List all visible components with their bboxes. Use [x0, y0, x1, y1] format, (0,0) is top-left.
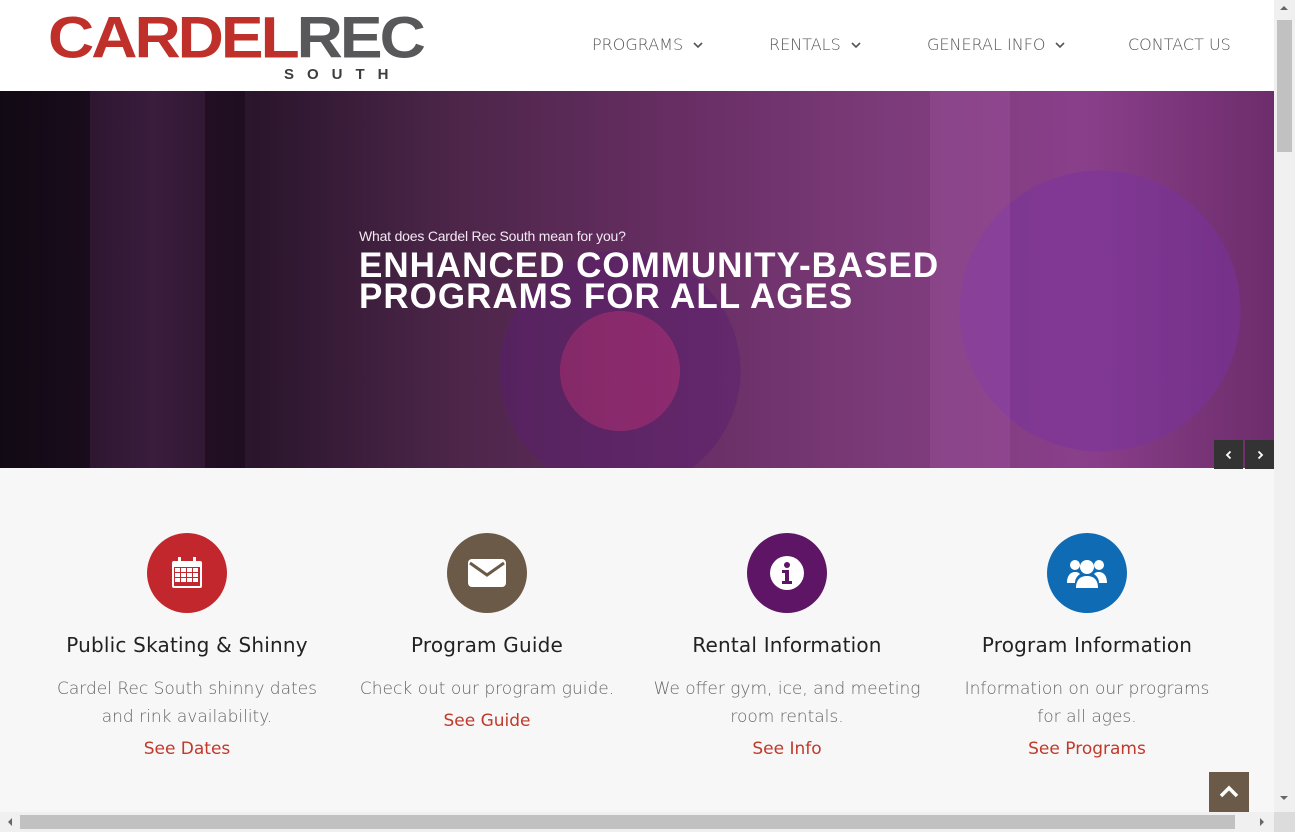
- feature-text: Information on our programs for all ages…: [964, 679, 1210, 727]
- see-dates-link[interactable]: See Dates: [144, 739, 231, 759]
- main-nav: PROGRAMS RENTALS GENERAL INFO CONTACT US: [0, 35, 1274, 57]
- scrollbar-corner: [1274, 812, 1295, 832]
- feature-title: Public Skating & Shinny: [66, 633, 308, 657]
- site-header: CARDELREC SOUTH PROGRAMS RENTALS GENERAL…: [0, 0, 1274, 91]
- chevron-down-icon: [851, 41, 861, 48]
- slider-next-button[interactable]: [1245, 440, 1274, 469]
- hero-caption: What does Cardel Rec South mean for you?…: [359, 228, 940, 316]
- see-programs-link[interactable]: See Programs: [1028, 739, 1146, 759]
- feature-title: Program Guide: [410, 633, 564, 657]
- logo-subtitle: SOUTH: [284, 66, 402, 83]
- feature-icon-circle: [447, 533, 527, 613]
- feature-text: Cardel Rec South shinny dates and rink a…: [57, 679, 317, 727]
- see-guide-link[interactable]: See Guide: [443, 711, 530, 731]
- feature-icon-circle: [1047, 533, 1127, 613]
- hero-photo-shade: [205, 91, 245, 468]
- calendar-icon: [172, 557, 202, 588]
- vertical-scroll-thumb[interactable]: [1277, 20, 1292, 152]
- hero-title: ENHANCED COMMUNITY-BASED PROGRAMS FOR AL…: [359, 246, 940, 316]
- feature-rental-information: Rental Information We offer gym, ice, an…: [637, 533, 937, 759]
- nav-contact-us[interactable]: CONTACT US: [1128, 35, 1231, 54]
- feature-program-guide: Program Guide Check out our program guid…: [337, 533, 637, 731]
- envelope-icon: [468, 559, 506, 587]
- hero-photo-glare: [930, 91, 1010, 468]
- scroll-right-arrow-icon[interactable]: [1258, 817, 1266, 827]
- scroll-down-arrow-icon[interactable]: [1279, 794, 1289, 802]
- hero-subtitle: What does Cardel Rec South mean for you?: [359, 228, 626, 244]
- see-info-link[interactable]: See Info: [752, 739, 821, 759]
- feature-text: Check out our program guide.: [359, 679, 615, 699]
- nav-programs[interactable]: PROGRAMS: [592, 35, 703, 54]
- chevron-up-icon: [1219, 785, 1239, 798]
- vertical-scrollbar[interactable]: [1274, 0, 1295, 812]
- horizontal-scroll-thumb[interactable]: [20, 815, 1235, 829]
- nav-general-info[interactable]: GENERAL INFO: [927, 35, 1066, 54]
- nav-rentals[interactable]: RENTALS: [769, 35, 861, 54]
- nav-programs-label: PROGRAMS: [592, 35, 684, 54]
- chevron-down-icon: [693, 41, 703, 48]
- feature-icon-circle: [147, 533, 227, 613]
- chevron-left-icon: [1225, 450, 1231, 459]
- nav-contact-us-label: CONTACT US: [1128, 35, 1231, 54]
- chevron-down-icon: [1055, 41, 1066, 48]
- feature-public-skating: Public Skating & Shinny Cardel Rec South…: [37, 533, 337, 759]
- feature-program-information: Program Information Information on our p…: [937, 533, 1237, 759]
- slider-prev-button[interactable]: [1214, 440, 1243, 469]
- nav-general-info-label: GENERAL INFO: [927, 35, 1046, 54]
- feature-title: Program Information: [981, 633, 1193, 657]
- scroll-left-arrow-icon[interactable]: [6, 817, 14, 827]
- feature-title: Rental Information: [692, 633, 882, 657]
- chevron-right-icon: [1257, 450, 1263, 459]
- feature-icon-circle: [747, 533, 827, 613]
- hero-slider: What does Cardel Rec South mean for you?…: [0, 91, 1274, 468]
- scroll-up-arrow-icon[interactable]: [1279, 4, 1289, 12]
- nav-rentals-label: RENTALS: [769, 35, 841, 54]
- horizontal-scrollbar[interactable]: [0, 812, 1274, 832]
- users-icon: [1067, 560, 1107, 588]
- info-icon: [770, 556, 804, 590]
- feature-text: We offer gym, ice, and meeting room rent…: [653, 679, 921, 727]
- hero-photo-shade: [0, 91, 90, 468]
- back-to-top-button[interactable]: [1209, 772, 1249, 812]
